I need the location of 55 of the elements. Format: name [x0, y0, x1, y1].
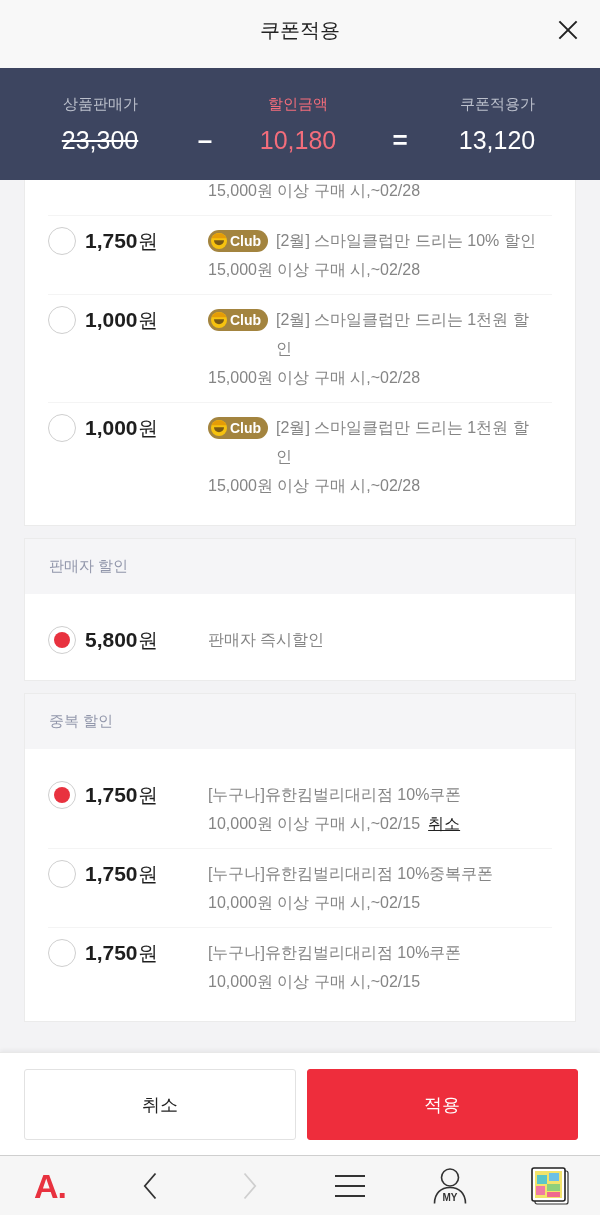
coupon-condition: 15,000원 이상 구매 시,~02/28	[208, 182, 421, 199]
radio-button[interactable]	[48, 226, 76, 255]
coupon-condition: 15,000원 이상 구매 시,~02/28	[208, 369, 421, 386]
back-icon[interactable]	[143, 1171, 157, 1200]
operator-sign: –	[196, 124, 214, 156]
price-value: 10,180	[259, 125, 337, 156]
tabs-thumbnail-icon[interactable]	[531, 1166, 569, 1205]
section-heading: 중복 할인	[49, 712, 114, 731]
badge-label: Club	[230, 418, 262, 438]
coupon-title: [2월] 스마일클럽만 드리는 1천원 할인	[276, 418, 530, 467]
coupon-condition: 10,000원 이상 구매 시,~02/15	[208, 815, 421, 832]
coupon-amount: 1,750원	[85, 228, 159, 254]
coupon-amount: 1,750원	[85, 940, 159, 966]
coupon-amount: 1,000원	[85, 307, 159, 333]
close-icon[interactable]	[558, 20, 578, 40]
coupon-amount: 1,000원	[85, 415, 159, 441]
price-label: 쿠폰적용가	[459, 94, 535, 114]
smile-icon	[211, 419, 227, 436]
person-icon	[433, 1167, 467, 1204]
smile-icon	[211, 232, 227, 249]
coupon-title: [누구나]유한킴벌리대리점 10%쿠폰	[208, 943, 463, 963]
radio-button[interactable]	[48, 938, 76, 967]
cancel-button[interactable]: 취소	[24, 1069, 296, 1140]
coupon-amount: 1,750원	[85, 861, 159, 887]
price-value: 13,120	[458, 125, 536, 156]
radio-button[interactable]	[48, 625, 76, 654]
coupon-condition: 10,000원 이상 구매 시,~02/15	[208, 973, 421, 990]
coupon-condition: 15,000원 이상 구매 시,~02/28	[208, 261, 421, 278]
coupon-title: [누구나]유한킴벌리대리점 10%중복쿠폰	[208, 864, 495, 884]
coupon-condition: 15,000원 이상 구매 시,~02/28	[208, 477, 421, 494]
price-label: 상품판매가	[62, 94, 138, 114]
coupon-title: [누구나]유한킴벌리대리점 10%쿠폰	[208, 785, 463, 805]
coupon-amount: 1,750원	[85, 782, 159, 808]
cancel-link[interactable]: 취소	[428, 815, 461, 832]
my-page-button[interactable]: MY	[433, 1167, 467, 1204]
radio-button[interactable]	[48, 413, 76, 442]
coupon-title: [2월] 스마일클럽만 드리는 1천원 할인	[276, 310, 530, 359]
menu-icon[interactable]	[335, 1174, 365, 1197]
page-title: 쿠폰적용	[260, 17, 340, 43]
price-label: 할인금액	[268, 94, 328, 114]
section-heading: 판매자 할인	[49, 557, 129, 576]
site-logo[interactable]: A.	[34, 1168, 66, 1203]
badge-label: Club	[230, 310, 262, 330]
radio-button[interactable]	[48, 859, 76, 888]
radio-button[interactable]	[48, 305, 76, 334]
badge-label: Club	[230, 231, 262, 251]
smile-icon	[211, 311, 227, 328]
coupon-amount: 5,800원	[85, 627, 159, 653]
price-value: 23,300	[61, 125, 139, 156]
operator-sign: =	[391, 124, 409, 156]
coupon-title: 판매자 즉시할인	[208, 630, 326, 650]
coupon-condition: 10,000원 이상 구매 시,~02/15	[208, 894, 421, 911]
radio-button[interactable]	[48, 780, 76, 809]
coupon-title: [2월] 스마일클럽만 드리는 10% 할인	[276, 231, 537, 251]
apply-button[interactable]: 적용	[306, 1069, 578, 1140]
